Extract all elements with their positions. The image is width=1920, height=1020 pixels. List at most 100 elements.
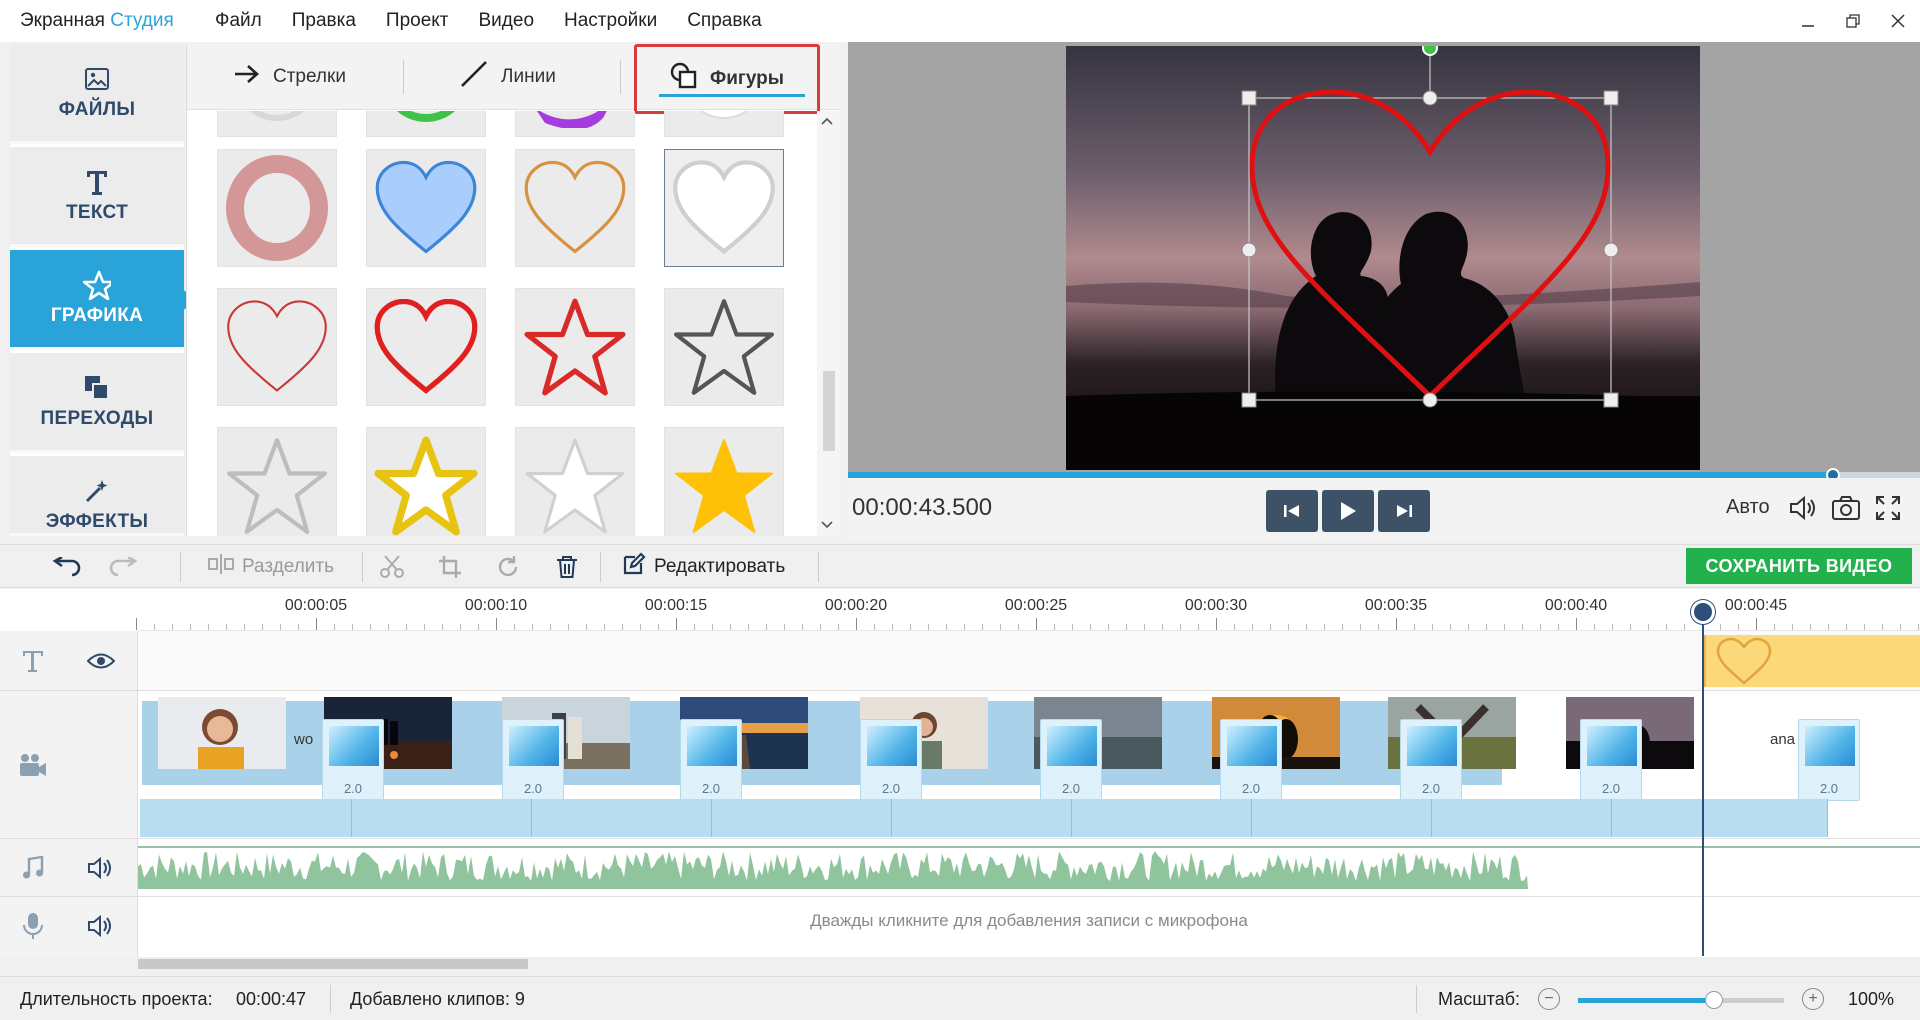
- sidebar-item-text[interactable]: ТЕКСТ: [10, 147, 184, 247]
- transition-7[interactable]: 2.0: [1400, 719, 1462, 801]
- playhead-line[interactable]: [1702, 600, 1704, 956]
- transition-3[interactable]: 2.0: [680, 719, 742, 801]
- camera-icon[interactable]: [1830, 492, 1862, 524]
- shape-heart-thin-red[interactable]: [217, 288, 337, 406]
- trash-icon[interactable]: [556, 553, 578, 581]
- edit-button[interactable]: Редактировать: [622, 552, 785, 581]
- sidebar-item-effects[interactable]: ЭФФЕКТЫ: [10, 456, 184, 536]
- rotate-icon[interactable]: [496, 553, 520, 581]
- microphone-icon: [18, 911, 48, 941]
- tab-arrows[interactable]: Стрелки: [233, 54, 346, 100]
- shape-blob-purple[interactable]: [515, 111, 635, 137]
- eye-icon[interactable]: [86, 646, 116, 676]
- skip-forward-button[interactable]: [1378, 490, 1430, 532]
- shape-star-gold-filled[interactable]: [664, 427, 784, 536]
- shape-ring-green[interactable]: [366, 111, 486, 137]
- ruler-tick: [658, 624, 659, 630]
- chevron-down-icon[interactable]: [821, 519, 833, 533]
- chevron-up-icon[interactable]: [821, 115, 833, 129]
- save-video-button[interactable]: СОХРАНИТЬ ВИДЕО: [1686, 548, 1912, 584]
- shape-heart-gold[interactable]: [515, 149, 635, 267]
- play-button[interactable]: [1322, 490, 1374, 532]
- timeline-ruler[interactable]: 00:00:05 00:00:10 00:00:15 00:00:20 00:0…: [136, 589, 1920, 631]
- sidebar-item-transitions[interactable]: ПЕРЕХОДЫ: [10, 353, 184, 453]
- undo-icon[interactable]: [52, 553, 82, 581]
- quality-selector[interactable]: Авто: [1726, 496, 1770, 519]
- transition-duration: 2.0: [1061, 781, 1081, 796]
- sidebar-item-files[interactable]: ФАЙЛЫ: [10, 44, 184, 144]
- zoom-knob[interactable]: [1704, 991, 1723, 1009]
- scrollbar-thumb[interactable]: [823, 371, 835, 451]
- tab-lines[interactable]: Линии: [459, 54, 556, 100]
- clip-effect-segment[interactable]: [1612, 799, 1828, 837]
- split-button[interactable]: Разделить: [208, 553, 334, 581]
- text-track[interactable]: [138, 631, 1920, 691]
- close-icon[interactable]: [1875, 0, 1920, 42]
- shape-star-light-gray[interactable]: [217, 427, 337, 536]
- clip-effect-segment[interactable]: [140, 799, 352, 837]
- shape-heart-red[interactable]: [366, 288, 486, 406]
- shape-heart-white[interactable]: [664, 149, 784, 267]
- microphone-track[interactable]: Дважды кликните для добавления записи с …: [138, 897, 1920, 947]
- menu-project[interactable]: Проект: [371, 0, 464, 42]
- shape-circle-white[interactable]: [664, 111, 784, 137]
- zoom-out-icon[interactable]: −: [1538, 988, 1560, 1010]
- shape-star-red[interactable]: [515, 288, 635, 406]
- volume-icon[interactable]: [1788, 492, 1820, 524]
- menu-help[interactable]: Справка: [672, 0, 777, 42]
- selected-heart-shape[interactable]: [1066, 46, 1700, 470]
- transition-5[interactable]: 2.0: [1040, 719, 1102, 801]
- transition-8[interactable]: 2.0: [1580, 719, 1642, 801]
- video-track[interactable]: wo ana 2.0 2.0 2.0 2.0 2.0 2.0 2.0 2.0 2…: [138, 691, 1920, 839]
- clip-effect-segment[interactable]: [892, 799, 1072, 837]
- tick-label: 00:00:40: [1544, 597, 1608, 614]
- video-clip-1[interactable]: [158, 697, 286, 769]
- clip-effect-segment[interactable]: [712, 799, 892, 837]
- clip-effect-segment[interactable]: [1072, 799, 1252, 837]
- transition-6[interactable]: 2.0: [1220, 719, 1282, 801]
- zoom-in-icon[interactable]: +: [1802, 988, 1824, 1010]
- sidebar-item-graphics[interactable]: ГРАФИКА: [10, 250, 194, 350]
- crop-icon[interactable]: [438, 553, 462, 581]
- clip-effect-segment[interactable]: [532, 799, 712, 837]
- shape-heart-blue[interactable]: [366, 149, 486, 267]
- shape-star-white[interactable]: [515, 427, 635, 536]
- menu-settings[interactable]: Настройки: [549, 0, 672, 42]
- shapes-scrollbar[interactable]: [817, 111, 840, 536]
- menu-file[interactable]: Файл: [200, 0, 277, 42]
- menu-video[interactable]: Видео: [464, 0, 550, 42]
- minimize-icon[interactable]: [1785, 0, 1830, 42]
- ruler-tick: [316, 618, 317, 630]
- shape-star-gray[interactable]: [664, 288, 784, 406]
- restore-icon[interactable]: [1830, 0, 1875, 42]
- clip-effect-segment[interactable]: [1252, 799, 1432, 837]
- transition-4[interactable]: 2.0: [860, 719, 922, 801]
- shape-ring-pink[interactable]: [217, 149, 337, 267]
- shape-star-yellow-outline[interactable]: [366, 427, 486, 536]
- toolbar-divider: [180, 552, 181, 582]
- scissors-icon[interactable]: [380, 553, 404, 581]
- tab-shapes[interactable]: Фигуры: [634, 44, 820, 114]
- transition-1[interactable]: 2.0: [322, 719, 384, 801]
- playhead-handle[interactable]: [1691, 600, 1715, 624]
- speaker-icon[interactable]: [86, 853, 116, 883]
- preview-frame[interactable]: [1066, 46, 1700, 470]
- zoom-slider[interactable]: [1578, 991, 1784, 1009]
- heart-shape-clip[interactable]: [1704, 635, 1920, 687]
- menu-edit[interactable]: Правка: [277, 0, 371, 42]
- audio-track[interactable]: [138, 839, 1920, 897]
- fullscreen-icon[interactable]: [1872, 492, 1904, 524]
- transition-2[interactable]: 2.0: [502, 719, 564, 801]
- scrollbar-thumb[interactable]: [138, 959, 528, 969]
- clip-effect-segment[interactable]: [1432, 799, 1612, 837]
- ruler-tick: [1252, 624, 1253, 630]
- transition-9[interactable]: 2.0: [1798, 719, 1860, 801]
- skip-forward-icon: [1397, 505, 1412, 517]
- sidebar-item-label: ЭФФЕКТЫ: [45, 511, 149, 532]
- speaker-icon[interactable]: [86, 911, 116, 941]
- clip-effect-segment[interactable]: [352, 799, 532, 837]
- skip-back-button[interactable]: [1266, 490, 1318, 532]
- redo-icon[interactable]: [108, 553, 138, 581]
- timeline-scrollbar[interactable]: [138, 957, 1920, 971]
- shape-ring-white[interactable]: [217, 111, 337, 137]
